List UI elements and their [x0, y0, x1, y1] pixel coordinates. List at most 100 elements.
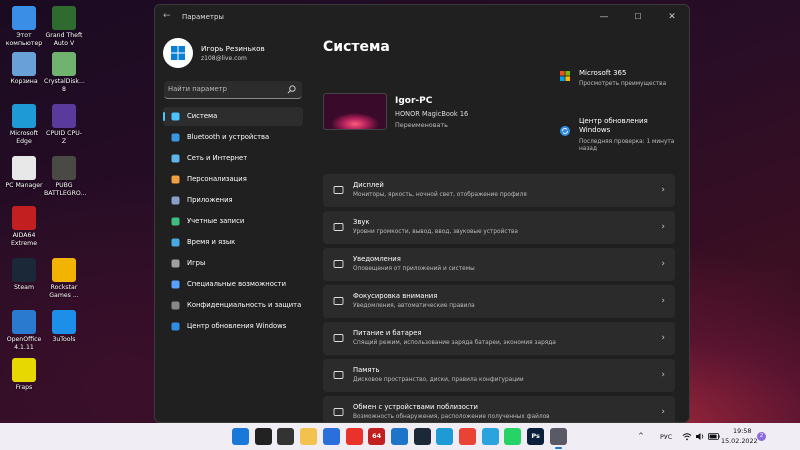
nav-item-label: Специальные возможности: [187, 280, 286, 288]
window-title: Параметры: [182, 13, 224, 21]
search-input[interactable]: [168, 83, 280, 95]
title-bar: ← Параметры — ☐ ✕: [155, 5, 689, 29]
desktop-icon[interactable]: CrystalDisk... 8: [44, 52, 85, 94]
desktop-icon[interactable]: Steam: [4, 258, 44, 292]
desktop-icon[interactable]: Fraps: [4, 358, 44, 392]
settings-card[interactable]: Обмен с устройствами поблизости Возможнос…: [323, 396, 675, 422]
nav-item[interactable]: Конфиденциальность и защита: [163, 296, 303, 315]
accounts-icon: [171, 217, 180, 226]
desktop-icon[interactable]: 3uTools: [44, 310, 84, 344]
telegram-icon[interactable]: [481, 428, 499, 445]
volume-icon[interactable]: [695, 432, 705, 441]
task-view-icon[interactable]: [277, 428, 295, 445]
battery-icon[interactable]: [708, 433, 720, 440]
clock-time[interactable]: 19:58: [733, 427, 751, 435]
search-box[interactable]: [164, 81, 302, 99]
settings-card[interactable]: Фокусировка внимания Уведомления, автомат…: [323, 285, 675, 318]
back-arrow-icon[interactable]: ←: [163, 11, 171, 21]
start-icon[interactable]: [232, 428, 249, 445]
aida64-icon: [12, 206, 36, 230]
desktop-icon[interactable]: PC Manager: [4, 156, 44, 190]
nav-item[interactable]: Система: [163, 107, 303, 126]
desktop-icon-label: CPUID CPU-Z: [46, 130, 82, 145]
maximize-button[interactable]: ☐: [621, 5, 655, 29]
minimize-button[interactable]: —: [587, 5, 621, 29]
settings-card[interactable]: Питание и батарея Спящий режим, использов…: [323, 322, 675, 355]
promo-windows-update[interactable]: Центр обновления Windows Последняя прове…: [560, 117, 680, 157]
active-app-indicator: [554, 447, 562, 449]
desktop-icon-label: OpenOffice 4.1.11: [6, 336, 42, 351]
nav-item-label: Центр обновления Windows: [187, 322, 287, 330]
whatsapp-icon[interactable]: [504, 428, 522, 445]
settings-card[interactable]: Память Дисковое пространство, диски, прав…: [323, 359, 675, 392]
yandex-browser-icon[interactable]: [345, 428, 363, 445]
aida64-icon[interactable]: 64: [368, 428, 386, 445]
card-subtitle: Возможность обнаружения, расположение по…: [353, 414, 550, 420]
desktop-icon[interactable]: Microsoft Edge: [4, 104, 44, 146]
focus-assist-icon: [333, 297, 344, 305]
user-profile[interactable]: Игорь Резиньков z108@live.com: [163, 38, 313, 70]
app-label: 64: [372, 432, 382, 440]
rename-link[interactable]: Переименовать: [395, 121, 448, 129]
settings-card[interactable]: Дисплей Мониторы, яркость, ночной свет, о…: [323, 174, 675, 207]
nav-item[interactable]: Специальные возможности: [163, 275, 303, 294]
chevron-right-icon: ›: [661, 407, 665, 417]
desktop-icon[interactable]: CPUID CPU-Z: [44, 104, 84, 146]
desktop-icon[interactable]: Корзина: [4, 52, 44, 86]
search-icon[interactable]: [287, 85, 296, 94]
remote-desktop-icon[interactable]: [390, 428, 408, 445]
chrome-icon[interactable]: [459, 428, 476, 445]
steam-icon[interactable]: [413, 428, 431, 445]
desktop-icon-label: Корзина: [10, 78, 38, 85]
apps-icon: [171, 196, 180, 205]
settings-icon[interactable]: [549, 428, 567, 449]
profile-name: Игорь Резиньков: [201, 44, 265, 53]
nav-item[interactable]: Игры: [163, 254, 303, 273]
privacy-shield-icon: [171, 301, 180, 310]
notification-badge[interactable]: 2: [757, 432, 766, 441]
desktop-icon[interactable]: PUBG BATTLEGRO...: [44, 156, 86, 198]
nav-item[interactable]: Сеть и Интернет: [163, 149, 303, 168]
file-explorer-icon[interactable]: [300, 428, 318, 445]
nav-item[interactable]: Приложения: [163, 191, 303, 210]
nav-item[interactable]: Учетные записи: [163, 212, 303, 231]
desktop-icon[interactable]: AIDA64 Extreme: [4, 206, 44, 248]
store-icon[interactable]: [322, 428, 340, 445]
fraps-icon: [12, 358, 36, 382]
nav-item[interactable]: Центр обновления Windows: [163, 317, 303, 336]
desktop-icon[interactable]: Grand Theft Auto V: [44, 6, 84, 48]
nav-item[interactable]: Персонализация: [163, 170, 303, 189]
sidebar: Игорь Резиньков z108@live.com Система Blu…: [155, 29, 315, 422]
wifi-icon[interactable]: [682, 432, 692, 441]
nav-item-label: Сеть и Интернет: [187, 154, 248, 162]
network-icon: [171, 154, 180, 163]
desktop-icon[interactable]: Этот компьютер: [4, 6, 44, 48]
settings-card[interactable]: Звук Уровни громкости, вывод, ввод, звуко…: [323, 211, 675, 244]
crystaldisk-icon: [52, 52, 76, 76]
photoshop-icon[interactable]: Ps: [527, 428, 545, 445]
accessibility-icon: [171, 280, 180, 289]
clock-date[interactable]: 15.02.2022: [721, 437, 758, 445]
page-title: Система: [323, 39, 390, 55]
desktop-icon-label: Microsoft Edge: [9, 130, 39, 145]
rockstar-icon: [52, 258, 76, 282]
device-wallpaper-thumbnail: [323, 93, 387, 130]
promo-microsoft-365[interactable]: Microsoft 365 Просмотреть преимущества: [560, 69, 680, 93]
edge-icon[interactable]: [436, 428, 454, 445]
settings-cards: Дисплей Мониторы, яркость, ночной свет, о…: [323, 174, 675, 422]
language-indicator[interactable]: РУС: [660, 433, 672, 441]
nav-item-label: Bluetooth и устройства: [187, 133, 270, 141]
nav-item[interactable]: Время и язык: [163, 233, 303, 252]
desktop-icon[interactable]: OpenOffice 4.1.11: [4, 310, 44, 352]
tray-overflow-chevron-icon[interactable]: ^: [638, 432, 644, 440]
card-title: Уведомления: [353, 255, 401, 263]
taskbar: 64 Ps ^ РУС 19:58 15.02.2022 2: [0, 423, 800, 450]
desktop-icon[interactable]: Rockstar Games ...: [44, 258, 84, 300]
settings-card[interactable]: Уведомления Оповещения от приложений и си…: [323, 248, 675, 281]
nav-item[interactable]: Bluetooth и устройства: [163, 128, 303, 147]
chevron-right-icon: ›: [661, 333, 665, 343]
device-model: HONOR MagicBook 16: [395, 110, 469, 118]
search-icon[interactable]: [254, 428, 272, 445]
close-button[interactable]: ✕: [655, 5, 689, 29]
promo-title: Microsoft 365: [579, 69, 627, 77]
